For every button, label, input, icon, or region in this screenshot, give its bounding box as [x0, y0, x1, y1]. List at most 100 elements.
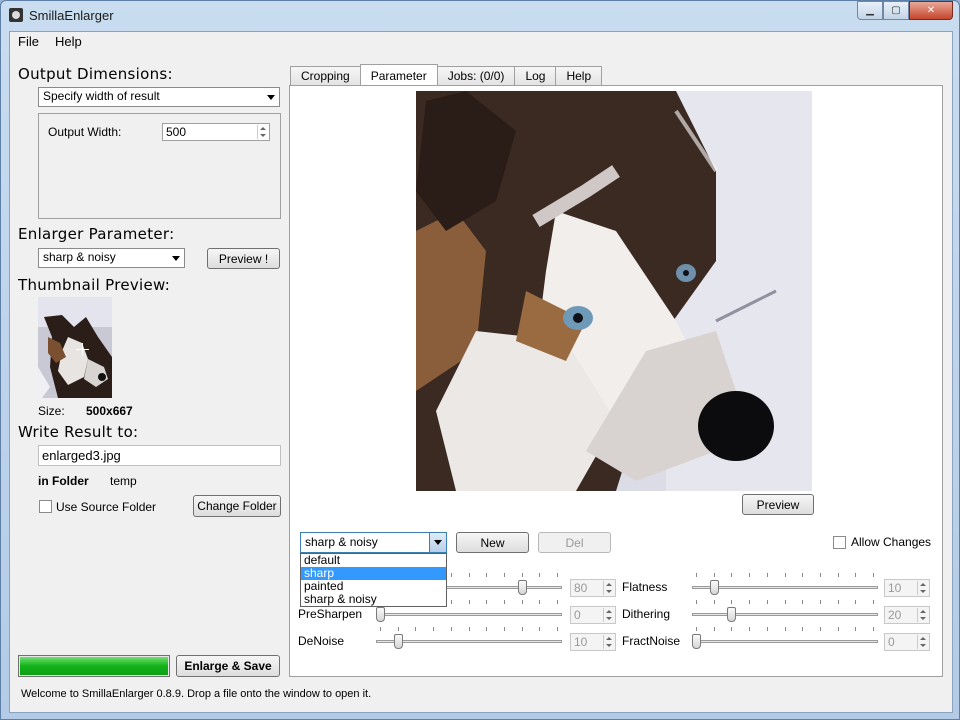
- dithering-spinbox[interactable]: 20: [884, 606, 930, 624]
- use-source-folder-checkbox[interactable]: [39, 500, 52, 513]
- preset-select[interactable]: sharp & noisy: [300, 532, 447, 553]
- dimension-mode-select[interactable]: Specify width of result: [38, 87, 280, 107]
- slider-tick: [855, 600, 857, 604]
- slider-tick: [521, 573, 523, 577]
- spin-arrows-icon[interactable]: [917, 635, 928, 649]
- title-bar[interactable]: SmillaEnlarger ▁ ▢ ✕: [1, 1, 959, 31]
- presharpen-slider[interactable]: [376, 600, 562, 623]
- tab-help[interactable]: Help: [555, 66, 603, 85]
- minimize-icon: ▁: [866, 5, 874, 16]
- fractnoise-label: FractNoise: [622, 634, 681, 648]
- new-preset-button[interactable]: New: [456, 532, 529, 553]
- slider-tick: [433, 627, 435, 631]
- output-width-spinbox[interactable]: 500: [162, 123, 270, 141]
- slider-ticks: [692, 627, 878, 631]
- slider-tick: [802, 627, 804, 631]
- close-icon: ✕: [926, 5, 936, 16]
- fractnoise-slider[interactable]: [692, 627, 878, 650]
- slider-tick: [503, 627, 505, 631]
- slider-tick: [450, 627, 452, 631]
- denoise-label: DeNoise: [298, 634, 345, 648]
- tab-bar: Cropping Parameter Jobs: (0/0) Log Help: [290, 64, 603, 86]
- flatness-slider[interactable]: [692, 573, 878, 596]
- delete-preset-button[interactable]: Del: [538, 532, 611, 553]
- slider-tick: [819, 573, 821, 577]
- fractnoise-spinbox[interactable]: 0: [884, 633, 930, 651]
- slider-tick: [749, 573, 751, 577]
- spin-arrows-icon[interactable]: [917, 608, 928, 622]
- slider-tick: [873, 600, 874, 604]
- slider-thumb[interactable]: [709, 580, 719, 595]
- preview-image[interactable]: [416, 91, 812, 491]
- slider-tick: [486, 627, 488, 631]
- output-width-group: Output Width: 500: [38, 113, 281, 219]
- slider-thumb[interactable]: [517, 580, 527, 595]
- presharpen-spinbox[interactable]: 0: [570, 606, 616, 624]
- tab-log[interactable]: Log: [514, 66, 557, 85]
- preview-now-button[interactable]: Preview !: [207, 248, 280, 269]
- slider-thumb[interactable]: [727, 607, 737, 622]
- chevron-down-icon[interactable]: [429, 533, 446, 552]
- slider-tick: [468, 600, 470, 604]
- output-width-label: Output Width:: [48, 125, 122, 139]
- slider-tick: [380, 627, 381, 631]
- tab-parameter[interactable]: Parameter: [359, 64, 438, 85]
- write-result-heading: Write Result to:: [18, 423, 139, 441]
- slider-track: [692, 586, 878, 589]
- enlarge-save-button[interactable]: Enlarge & Save: [176, 655, 280, 677]
- preview-button[interactable]: Preview: [742, 494, 814, 515]
- output-filename-field[interactable]: enlarged3.jpg: [38, 445, 281, 466]
- maximize-button[interactable]: ▢: [883, 1, 909, 20]
- tab-cropping[interactable]: Cropping: [290, 66, 361, 85]
- tab-jobs[interactable]: Jobs: (0/0): [436, 66, 516, 85]
- size-value: 500x667: [86, 404, 133, 418]
- sharpness-spinbox[interactable]: 80: [570, 579, 616, 597]
- slider-tick: [397, 627, 399, 631]
- dithering-slider[interactable]: [692, 600, 878, 623]
- slider-tick: [819, 600, 821, 604]
- change-folder-button[interactable]: Change Folder: [193, 495, 281, 517]
- slider-tick: [468, 573, 470, 577]
- slider-tick: [855, 627, 857, 631]
- window-controls: ▁ ▢ ✕: [857, 1, 953, 21]
- spin-arrows-icon[interactable]: [257, 125, 268, 139]
- slider-tick: [713, 573, 715, 577]
- dimension-mode-value: Specify width of result: [43, 89, 160, 103]
- spin-arrows-icon[interactable]: [603, 635, 614, 649]
- close-button[interactable]: ✕: [909, 1, 953, 20]
- flatness-label: Flatness: [622, 580, 668, 594]
- slider-tick: [450, 573, 452, 577]
- flatness-spinbox[interactable]: 10: [884, 579, 930, 597]
- slider-tick: [557, 627, 558, 631]
- slider-tick: [713, 627, 715, 631]
- minimize-button[interactable]: ▁: [857, 1, 883, 20]
- preset-option-sharp-noisy[interactable]: sharp & noisy: [301, 593, 446, 606]
- slider-tick: [837, 573, 839, 577]
- slider-tick: [731, 600, 733, 604]
- thumbnail-image[interactable]: [38, 297, 112, 398]
- enlarger-preset-select[interactable]: sharp & noisy: [38, 248, 185, 268]
- denoise-slider[interactable]: [376, 627, 562, 650]
- slider-thumb[interactable]: [376, 607, 385, 622]
- dithering-label: Dithering: [622, 607, 671, 621]
- menu-file[interactable]: File: [10, 32, 47, 52]
- sharpness-value: 80: [574, 581, 588, 595]
- spin-arrows-icon[interactable]: [603, 581, 614, 595]
- slider-ticks: [376, 627, 562, 631]
- slider-thumb[interactable]: [692, 634, 701, 649]
- crosshair-icon: [76, 343, 89, 356]
- allow-changes-checkbox[interactable]: [833, 536, 846, 549]
- slider-thumb[interactable]: [393, 634, 403, 649]
- app-icon: [9, 8, 23, 22]
- slider-tick: [450, 600, 452, 604]
- menu-help[interactable]: Help: [47, 32, 90, 52]
- presharpen-label: PreSharpen: [298, 607, 363, 621]
- progress-bar: [18, 655, 170, 677]
- slider-tick: [766, 627, 768, 631]
- slider-tick: [837, 600, 839, 604]
- enlarger-preset-value: sharp & noisy: [43, 250, 116, 264]
- spin-arrows-icon[interactable]: [603, 608, 614, 622]
- spin-arrows-icon[interactable]: [917, 581, 928, 595]
- denoise-spinbox[interactable]: 10: [570, 633, 616, 651]
- preset-dropdown-list[interactable]: default sharp painted sharp & noisy: [300, 553, 447, 607]
